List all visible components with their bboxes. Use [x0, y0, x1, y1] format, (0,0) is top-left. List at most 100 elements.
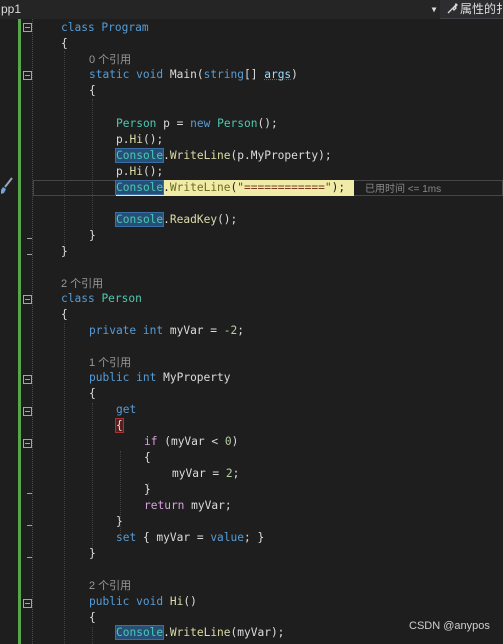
code-line-new-person: Person p = new Person();	[116, 116, 278, 132]
fold-class-program-icon[interactable]	[23, 23, 32, 32]
method-name: WriteLine	[169, 626, 231, 639]
brace: {	[89, 387, 96, 400]
keyword: class	[61, 292, 95, 305]
fold-end-get-icon	[27, 525, 32, 526]
code-text: (p.MyProperty);	[230, 149, 332, 162]
code-text: p.	[116, 165, 130, 178]
codelens-text[interactable]: 1 个引用	[89, 357, 131, 369]
code-line-hi-call-2: p.Hi();	[116, 164, 163, 180]
wrench-icon	[447, 3, 458, 14]
change-tracking-bar	[18, 19, 21, 644]
method-name: ReadKey	[169, 213, 218, 226]
brace: {	[61, 37, 68, 50]
watermark: CSDN @anypos	[409, 620, 490, 632]
brace: }	[61, 245, 68, 258]
fold-end-property-icon	[27, 557, 32, 558]
fold-get-icon[interactable]	[23, 407, 32, 416]
code-text: ();	[217, 213, 238, 226]
code-text: (myVar <	[157, 435, 225, 448]
code-text: myVar;	[184, 499, 232, 512]
code-text: myVar =	[163, 324, 224, 337]
method-name: Hi	[129, 165, 143, 178]
indent-guide	[64, 323, 65, 644]
code-text: .	[163, 213, 170, 226]
code-text: ();	[257, 117, 278, 130]
class-name: Person	[116, 117, 157, 130]
brace: {	[89, 611, 96, 624]
parameter: args	[264, 68, 292, 81]
member-dropdown[interactable]: 属性的扌	[442, 0, 503, 19]
code-line-get-close: }	[116, 514, 123, 530]
keyword: value	[210, 531, 244, 544]
code-line-readkey: Console.ReadKey();	[114, 212, 238, 228]
method-name: Hi	[129, 133, 143, 146]
codelens-text[interactable]: 2 个引用	[61, 278, 103, 290]
class-name: Person	[217, 117, 258, 130]
code-line-set: set { myVar = value; }	[116, 530, 264, 546]
indent-guide	[92, 627, 93, 644]
codelens-references[interactable]: 2 个引用	[61, 276, 103, 292]
class-name: Console	[114, 625, 165, 640]
keyword: set	[116, 531, 137, 544]
codelens-text[interactable]: 2 个引用	[89, 580, 131, 592]
codelens-references[interactable]: 2 个引用	[89, 578, 131, 594]
brace: {	[144, 451, 151, 464]
project-dropdown[interactable]: pp1	[0, 0, 440, 19]
method-name: WriteLine	[169, 149, 231, 162]
code-line-get: get	[116, 402, 136, 418]
code-line-writeline-separator: Console.WriteLine("============");	[114, 180, 346, 196]
fold-class-person-icon[interactable]	[23, 295, 32, 304]
codelens-references[interactable]: 0 个引用	[89, 52, 131, 68]
paren: )	[291, 68, 298, 81]
code-line-property-open: {	[89, 386, 96, 402]
keyword: string	[203, 68, 244, 81]
code-text: ();	[142, 133, 164, 146]
code-line-if-close: }	[144, 482, 151, 498]
perf-tip[interactable]: 已用时间 <= 1ms	[365, 180, 441, 196]
code-line-return: return myVar;	[144, 498, 232, 514]
dropdown-arrow-icon[interactable]: ▼	[428, 0, 440, 19]
method-name: WriteLine	[169, 181, 231, 194]
fold-end-if-icon	[27, 493, 32, 494]
code-line-property: public int MyProperty	[89, 370, 230, 386]
number-literal: 2	[225, 467, 233, 480]
code-line-main-signature: static void Main(string[] args)	[89, 67, 298, 83]
code-line-2: {	[61, 36, 68, 52]
fold-hi-icon[interactable]	[23, 599, 32, 608]
code-text: ; }	[244, 531, 265, 544]
code-text: ;	[232, 467, 240, 480]
class-name: Person	[101, 292, 142, 305]
code-line-if-open: {	[144, 450, 151, 466]
brace: }	[89, 547, 96, 560]
code-line-assign: myVar = 2;	[172, 466, 239, 482]
fold-property-icon[interactable]	[23, 375, 32, 384]
code-line-1: class Program	[61, 20, 149, 36]
fold-end-program-icon	[27, 254, 32, 255]
editor-navigation-bar: pp1 ▼ 属性的扌	[0, 0, 503, 19]
method-name: Main	[169, 68, 197, 81]
indent-guide	[92, 403, 93, 551]
property-name: MyProperty	[156, 371, 231, 384]
fold-main-icon[interactable]	[23, 71, 32, 80]
fold-if-icon[interactable]	[23, 439, 32, 448]
paintbrush-icon[interactable]	[0, 177, 14, 195]
code-text: p.	[116, 133, 130, 146]
paren: (	[196, 68, 204, 81]
code-text: .	[163, 149, 170, 162]
code-text: myVar =	[172, 467, 226, 480]
code-text: );	[331, 181, 346, 194]
codelens-references[interactable]: 1 个引用	[89, 355, 131, 371]
number-literal: 0	[224, 435, 232, 448]
brace: }	[116, 515, 123, 528]
code-line-writeline-myvar: Console.WriteLine(myVar);	[114, 625, 284, 641]
brace: }	[144, 483, 151, 496]
keyword: new	[190, 117, 211, 130]
array-brackets: []	[244, 68, 265, 81]
code-line-person-open: {	[61, 307, 68, 323]
code-line-hi-open: {	[89, 610, 96, 626]
code-line-writeline-property: Console.WriteLine(p.MyProperty);	[114, 148, 332, 164]
matched-brace: {	[115, 418, 124, 433]
outline-gutter	[32, 19, 34, 644]
code-editor[interactable]: class Program { 0 个引用 static void Main(s…	[0, 19, 503, 644]
codelens-text[interactable]: 0 个引用	[89, 54, 131, 66]
